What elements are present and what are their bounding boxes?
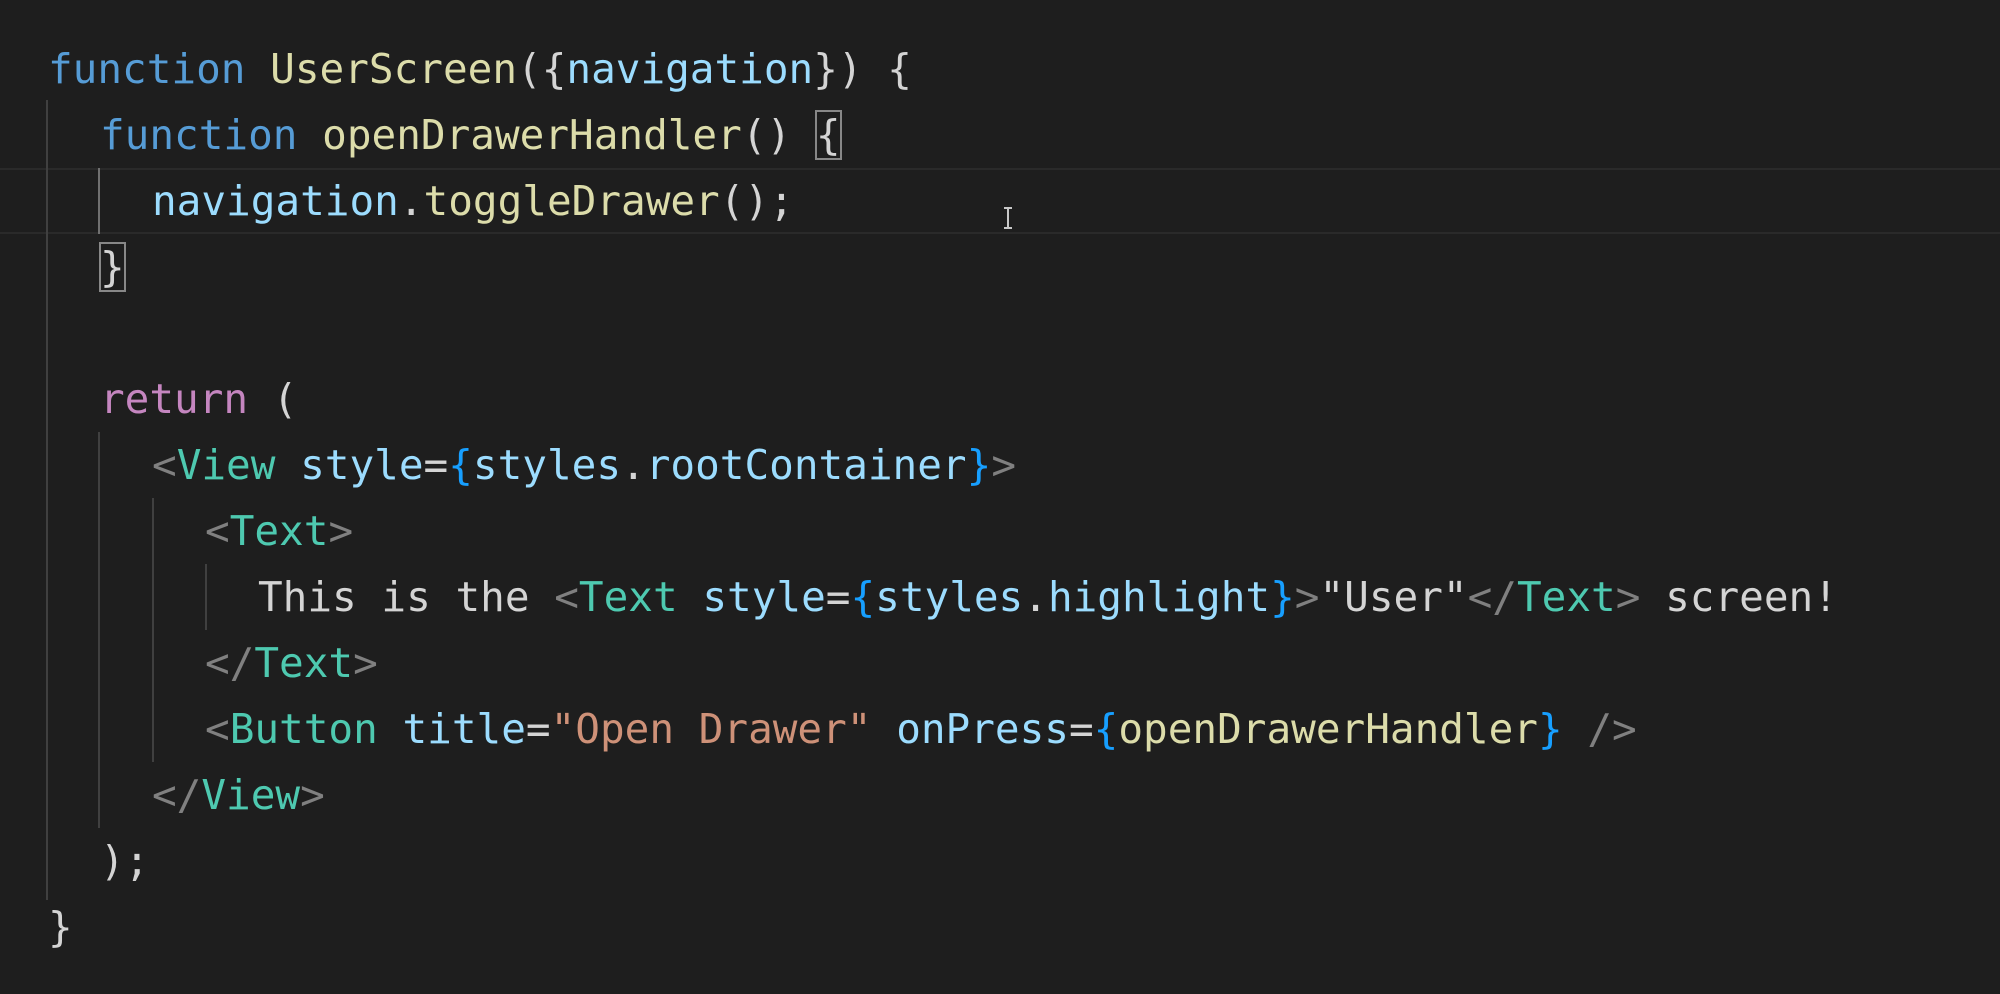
jsx-text: This is the — [258, 573, 555, 621]
jsx-tag: Text — [578, 573, 678, 621]
punctuation: = — [525, 705, 551, 753]
punctuation: . — [1023, 573, 1048, 621]
jsx-text: screen! — [1640, 573, 1838, 621]
code-line-7[interactable]: <Text> — [205, 498, 353, 564]
tag-bracket: > — [300, 771, 325, 819]
code-line-10[interactable]: <Button title="Open Drawer" onPress={ope… — [205, 696, 1637, 762]
code-line-6[interactable]: <View style={styles.rootContainer}> — [152, 432, 1016, 498]
punctuation: = — [825, 573, 851, 621]
code-line-2[interactable]: function openDrawerHandler() { — [100, 102, 842, 168]
tag-bracket: < — [205, 705, 230, 753]
jsx-brace: } — [1538, 705, 1563, 753]
tag-bracket: < — [554, 573, 579, 621]
matched-bracket-open: { — [814, 110, 842, 160]
tag-bracket: /> — [1562, 705, 1637, 753]
jsx-tag: Text — [1516, 573, 1616, 621]
matched-bracket-close: } — [99, 242, 126, 292]
keyword-function: function — [48, 45, 246, 93]
tag-bracket: < — [152, 441, 177, 489]
code-line-9[interactable]: </Text> — [205, 630, 378, 696]
tag-bracket: </ — [205, 639, 255, 687]
jsx-brace: } — [966, 441, 992, 489]
object-identifier: styles — [875, 573, 1024, 621]
jsx-brace: { — [448, 441, 473, 489]
code-line-12[interactable]: ); — [100, 828, 149, 894]
jsx-attribute: onPress — [896, 705, 1069, 753]
handler-identifier: openDrawerHandler — [1118, 705, 1538, 753]
punctuation: . — [398, 177, 424, 225]
keyword-return: return — [100, 375, 249, 423]
tag-bracket: > — [353, 639, 378, 687]
string-literal: "Open Drawer" — [550, 705, 872, 753]
function-name: openDrawerHandler — [322, 111, 742, 159]
punctuation: = — [1068, 705, 1094, 753]
method-name: toggleDrawer — [423, 177, 720, 225]
jsx-brace: { — [850, 573, 876, 621]
punctuation: } — [48, 903, 73, 951]
tag-bracket: </ — [152, 771, 202, 819]
property-name: rootContainer — [645, 441, 967, 489]
indent-guide — [152, 498, 154, 762]
code-line-8[interactable]: This is the <Text style={styles.highligh… — [258, 564, 1838, 630]
indent-guide — [98, 432, 100, 828]
jsx-tag: View — [176, 441, 276, 489]
parameter: navigation — [566, 45, 814, 93]
code-line-5[interactable]: return ( — [100, 366, 297, 432]
object-identifier: styles — [472, 441, 622, 489]
code-line-11[interactable]: </View> — [152, 762, 325, 828]
jsx-attribute: style — [300, 441, 424, 489]
punctuation: () — [741, 111, 792, 159]
indent-guide-active — [98, 168, 100, 234]
jsx-tag: Button — [229, 705, 378, 753]
punctuation: = — [423, 441, 449, 489]
jsx-attribute: style — [702, 573, 826, 621]
punctuation: (); — [719, 177, 794, 225]
punctuation: . — [621, 441, 646, 489]
tag-bracket: > — [1294, 573, 1320, 621]
jsx-brace: } — [1270, 573, 1295, 621]
tag-bracket: > — [1615, 573, 1641, 621]
indent-guide — [46, 100, 48, 900]
jsx-attribute: title — [402, 705, 526, 753]
punctuation: }) { — [813, 45, 912, 93]
jsx-text: "User" — [1319, 573, 1468, 621]
text-ibeam-cursor-icon — [1002, 206, 1014, 230]
jsx-brace: { — [1093, 705, 1119, 753]
tag-bracket: > — [328, 507, 354, 555]
punctuation: ); — [100, 837, 150, 885]
punctuation: ({ — [517, 45, 567, 93]
property-name: highlight — [1047, 573, 1271, 621]
code-line-1[interactable]: function UserScreen({navigation}) { — [48, 36, 912, 102]
tag-bracket: < — [205, 507, 230, 555]
code-line-13[interactable]: } — [48, 894, 73, 960]
object-identifier: navigation — [152, 177, 399, 225]
code-line-3[interactable]: navigation.toggleDrawer(); — [152, 168, 794, 234]
tag-bracket: </ — [1467, 573, 1517, 621]
jsx-tag: Text — [229, 507, 329, 555]
jsx-tag: Text — [254, 639, 354, 687]
punctuation: ( — [272, 375, 298, 423]
indent-guide — [205, 564, 207, 630]
code-line-4[interactable]: } — [99, 234, 126, 300]
code-editor[interactable]: function UserScreen({navigation}) { func… — [0, 0, 2000, 994]
function-name: UserScreen — [270, 45, 518, 93]
tag-bracket: > — [991, 441, 1016, 489]
jsx-tag: View — [201, 771, 301, 819]
keyword-function: function — [100, 111, 298, 159]
